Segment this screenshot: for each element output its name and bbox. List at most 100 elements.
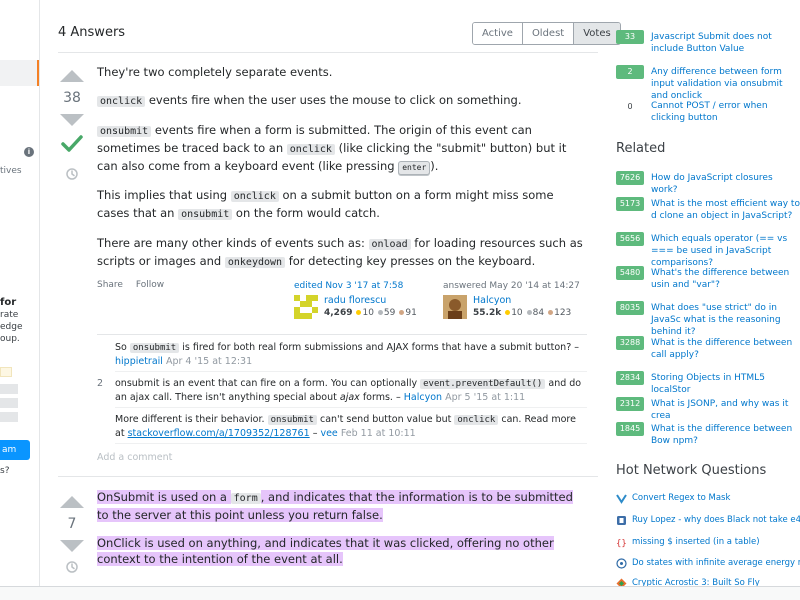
physics-icon: [616, 558, 627, 569]
hnq-item[interactable]: Convert Regex to Mask: [616, 492, 800, 506]
editor-name[interactable]: radu florescu: [324, 295, 386, 306]
upvote-icon[interactable]: [60, 496, 84, 508]
answer-paragraph: OnClick is used on anything, and indicat…: [97, 536, 554, 566]
accepted-checkmark-icon: [61, 135, 83, 152]
bottom-bar: [0, 586, 800, 600]
answer-paragraph: They're two completely separate events.: [97, 65, 333, 79]
author-name[interactable]: Halcyon: [473, 295, 511, 306]
hnq-link[interactable]: Do states with infinite average energy m…: [632, 557, 800, 570]
promo-line: edge: [0, 322, 23, 332]
answer-paragraph: This implies that using onclick on a sub…: [97, 188, 554, 220]
comment-user[interactable]: hippietrail: [115, 356, 163, 367]
editor-avatar[interactable]: [294, 295, 318, 319]
answer-count-badge: 33: [616, 30, 644, 44]
question-link[interactable]: What does "use strict" do in JavaSc what…: [651, 302, 800, 338]
post-menu: Share Follow: [97, 280, 174, 290]
divider: [58, 52, 598, 53]
comment-divider: [115, 407, 587, 408]
upvote-icon[interactable]: [60, 70, 84, 82]
left-nav-active-item[interactable]: [0, 60, 39, 86]
answer-paragraph: OnSubmit is used on a form, and indicate…: [97, 490, 573, 522]
comment-text: More different is their behavior. onsubm…: [115, 414, 576, 439]
bronze-badge-icon: [399, 310, 405, 315]
history-icon[interactable]: [65, 167, 79, 181]
answer-1-voting: 38: [58, 70, 86, 184]
promo-illustration: [0, 367, 12, 377]
answered-time: answered May 20 '14 at 14:27: [443, 281, 580, 291]
question-link[interactable]: What is the difference between Bow npm?: [651, 423, 800, 447]
promo-illustration: [0, 412, 18, 422]
comment-link[interactable]: stackoverflow.com/a/1709352/128761: [128, 428, 310, 439]
answer-count-badge: 5656: [616, 232, 644, 246]
hot-network-title: Hot Network Questions: [616, 463, 767, 478]
question-link[interactable]: Cannot POST / error when clicking button: [651, 100, 800, 124]
answer-count-badge: 8035: [616, 301, 644, 315]
answer-count-badge: 2834: [616, 371, 644, 385]
hnq-link[interactable]: Convert Regex to Mask: [632, 492, 800, 505]
answers-count: 4 Answers: [58, 25, 126, 40]
silver-badge-icon: [526, 310, 532, 315]
question-link[interactable]: What is the difference between call appl…: [651, 337, 800, 361]
question-link[interactable]: What's the difference between usin and "…: [651, 267, 800, 291]
comments-list: So onsubmit is fired for both real form …: [97, 334, 587, 444]
hnq-item[interactable]: Do states with infinite average energy m…: [616, 557, 800, 571]
kbd-enter: enter: [398, 161, 431, 175]
question-link[interactable]: Any difference between form input valida…: [651, 66, 800, 102]
hnq-link[interactable]: Ruy Lopez - why does Black not take e4?: [632, 514, 800, 527]
answer-count-badge: 7626: [616, 171, 644, 185]
comment-text: So onsubmit is fired for both real form …: [115, 342, 580, 367]
answer-count-badge: 5480: [616, 266, 644, 280]
follow-link[interactable]: Follow: [136, 280, 164, 290]
tab-active[interactable]: Active: [473, 23, 523, 44]
bronze-badge-icon: [548, 310, 554, 315]
hnq-item[interactable]: {} missing $ inserted (in a table): [616, 536, 800, 550]
comment-divider: [115, 371, 587, 372]
hnq-item[interactable]: Ruy Lopez - why does Black not take e4?: [616, 514, 800, 528]
tex-icon: {}: [616, 539, 627, 548]
gold-badge-icon: [505, 310, 511, 315]
answer-count-badge: 5173: [616, 197, 644, 211]
comment-date[interactable]: Apr 4 '15 at 12:31: [166, 356, 252, 367]
promo-illustration: [0, 398, 18, 408]
answer-1-body: They're two completely separate events. …: [97, 64, 587, 283]
answer-paragraph: onsubmit events fire when a form is subm…: [97, 123, 567, 175]
tab-votes[interactable]: Votes: [574, 23, 620, 44]
downvote-icon[interactable]: [60, 540, 84, 552]
comment-date[interactable]: Apr 5 '15 at 1:11: [445, 392, 525, 403]
comment-date[interactable]: Feb 11 at 10:11: [341, 428, 416, 439]
tab-oldest[interactable]: Oldest: [522, 23, 575, 44]
answer-count-badge: 2: [616, 65, 644, 79]
promo-line: s?: [0, 466, 10, 476]
gold-badge-icon: [356, 310, 362, 315]
info-icon[interactable]: i: [24, 147, 34, 157]
vote-count: 38: [63, 90, 81, 106]
author-avatar[interactable]: [443, 295, 467, 319]
comment-user[interactable]: Halcyon: [404, 392, 442, 403]
answer-count-badge: 0: [616, 99, 644, 113]
question-link[interactable]: How do JavaScript closures work?: [651, 172, 800, 196]
question-link[interactable]: What is the most efficient way to d clon…: [651, 198, 800, 222]
answer-paragraph: There are many other kinds of events suc…: [97, 236, 583, 268]
editor-reputation: 4,269 10 59 91: [324, 308, 417, 318]
promo-line: oup.: [0, 334, 20, 344]
answers-header: 4 Answers Active Oldest Votes: [58, 22, 621, 48]
downvote-icon[interactable]: [60, 114, 84, 126]
comment-user[interactable]: vee: [320, 428, 337, 439]
history-icon[interactable]: [65, 560, 79, 574]
promo-button[interactable]: am: [0, 440, 30, 460]
left-nav-label[interactable]: tives: [0, 166, 22, 176]
question-link[interactable]: Javascript Submit does not include Butto…: [651, 31, 800, 55]
related-title: Related: [616, 141, 666, 156]
superuser-icon: [616, 494, 627, 504]
edited-link[interactable]: edited Nov 3 '17 at 7:58: [294, 281, 444, 291]
add-comment-link[interactable]: Add a comment: [97, 452, 172, 463]
question-link[interactable]: Which equals operator (== vs === be used…: [651, 233, 800, 269]
answer-count-badge: 3288: [616, 336, 644, 350]
answer-count-badge: 1845: [616, 422, 644, 436]
share-link[interactable]: Share: [97, 280, 123, 290]
question-link[interactable]: Storing Objects in HTML5 localStor: [651, 372, 800, 396]
question-link[interactable]: What is JSONP, and why was it crea: [651, 398, 800, 422]
answer-count-badge: 2312: [616, 397, 644, 411]
answer-2-voting: 7: [58, 496, 86, 577]
hnq-link[interactable]: missing $ inserted (in a table): [632, 536, 800, 549]
